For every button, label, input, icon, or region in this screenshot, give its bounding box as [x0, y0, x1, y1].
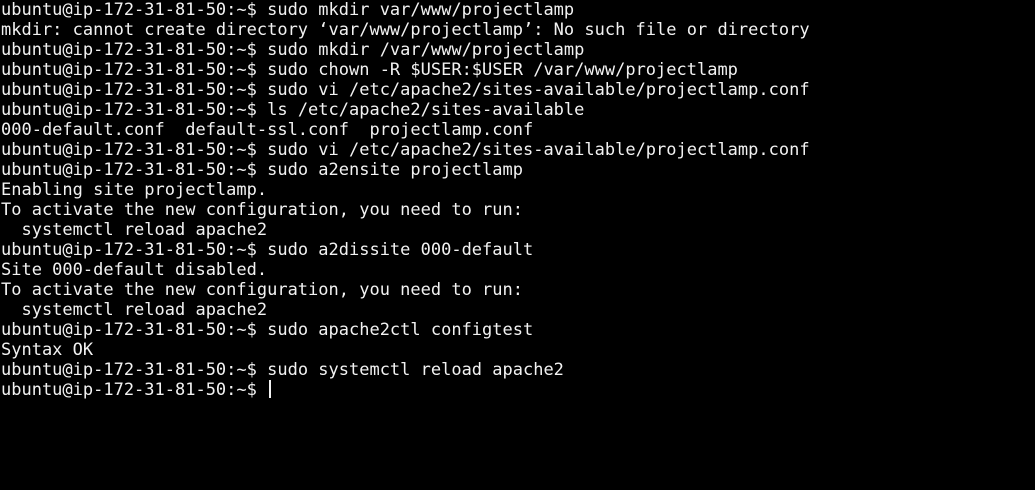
- command-text: sudo mkdir var/www/projectlamp: [267, 0, 575, 20]
- shell-prompt: ubuntu@ip-172-31-81-50:~$: [1, 140, 268, 160]
- shell-prompt: ubuntu@ip-172-31-81-50:~$: [1, 0, 268, 20]
- terminal-window[interactable]: ubuntu@ip-172-31-81-50:~$ sudo mkdir var…: [0, 0, 1035, 490]
- terminal-command-line: ubuntu@ip-172-31-81-50:~$ sudo systemctl…: [1, 360, 1035, 380]
- shell-prompt: ubuntu@ip-172-31-81-50:~$: [1, 380, 268, 400]
- terminal-output-line: mkdir: cannot create directory ‘var/www/…: [1, 20, 1035, 40]
- command-text: sudo vi /etc/apache2/sites-available/pro…: [267, 80, 810, 100]
- output-text: To activate the new configuration, you n…: [1, 280, 523, 300]
- terminal-output-line: Site 000-default disabled.: [1, 260, 1035, 280]
- shell-prompt: ubuntu@ip-172-31-81-50:~$: [1, 240, 268, 260]
- output-text: Syntax OK: [1, 340, 94, 360]
- command-text: ls /etc/apache2/sites-available: [267, 100, 585, 120]
- terminal-output-line: systemctl reload apache2: [1, 220, 1035, 240]
- terminal-command-line: ubuntu@ip-172-31-81-50:~$ sudo apache2ct…: [1, 320, 1035, 340]
- shell-prompt: ubuntu@ip-172-31-81-50:~$: [1, 100, 268, 120]
- command-text: sudo apache2ctl configtest: [267, 320, 534, 340]
- shell-prompt: ubuntu@ip-172-31-81-50:~$: [1, 80, 268, 100]
- output-text: systemctl reload apache2: [1, 300, 268, 320]
- terminal-output: ubuntu@ip-172-31-81-50:~$ sudo mkdir var…: [1, 0, 1035, 400]
- command-text: sudo a2ensite projectlamp: [267, 160, 523, 180]
- output-text: mkdir: cannot create directory ‘var/www/…: [1, 20, 810, 40]
- terminal-output-line: To activate the new configuration, you n…: [1, 200, 1035, 220]
- terminal-command-line: ubuntu@ip-172-31-81-50:~$ sudo a2ensite …: [1, 160, 1035, 180]
- output-text: 000-default.conf default-ssl.conf projec…: [1, 120, 534, 140]
- output-text: Site 000-default disabled.: [1, 260, 268, 280]
- shell-prompt: ubuntu@ip-172-31-81-50:~$: [1, 60, 268, 80]
- output-text: systemctl reload apache2: [1, 220, 268, 240]
- terminal-command-line: ubuntu@ip-172-31-81-50:~$ ls /etc/apache…: [1, 100, 1035, 120]
- terminal-output-line: systemctl reload apache2: [1, 300, 1035, 320]
- shell-prompt: ubuntu@ip-172-31-81-50:~$: [1, 40, 268, 60]
- text-cursor[interactable]: [269, 380, 272, 398]
- terminal-command-line: ubuntu@ip-172-31-81-50:~$: [1, 380, 1035, 400]
- terminal-command-line: ubuntu@ip-172-31-81-50:~$ sudo chown -R …: [1, 60, 1035, 80]
- terminal-output-line: Enabling site projectlamp.: [1, 180, 1035, 200]
- terminal-command-line: ubuntu@ip-172-31-81-50:~$ sudo mkdir var…: [1, 0, 1035, 20]
- output-text: Enabling site projectlamp.: [1, 180, 268, 200]
- command-text: sudo a2dissite 000-default: [267, 240, 534, 260]
- terminal-output-line: Syntax OK: [1, 340, 1035, 360]
- terminal-command-line: ubuntu@ip-172-31-81-50:~$ sudo mkdir /va…: [1, 40, 1035, 60]
- output-text: To activate the new configuration, you n…: [1, 200, 523, 220]
- shell-prompt: ubuntu@ip-172-31-81-50:~$: [1, 320, 268, 340]
- command-text: sudo systemctl reload apache2: [267, 360, 564, 380]
- terminal-command-line: ubuntu@ip-172-31-81-50:~$ sudo vi /etc/a…: [1, 80, 1035, 100]
- shell-prompt: ubuntu@ip-172-31-81-50:~$: [1, 160, 268, 180]
- command-text: sudo vi /etc/apache2/sites-available/pro…: [267, 140, 810, 160]
- command-text: sudo mkdir /var/www/projectlamp: [267, 40, 585, 60]
- terminal-command-line: ubuntu@ip-172-31-81-50:~$ sudo a2dissite…: [1, 240, 1035, 260]
- terminal-command-line: ubuntu@ip-172-31-81-50:~$ sudo vi /etc/a…: [1, 140, 1035, 160]
- terminal-output-line: 000-default.conf default-ssl.conf projec…: [1, 120, 1035, 140]
- command-text: sudo chown -R $USER:$USER /var/www/proje…: [267, 60, 738, 80]
- shell-prompt: ubuntu@ip-172-31-81-50:~$: [1, 360, 268, 380]
- terminal-output-line: To activate the new configuration, you n…: [1, 280, 1035, 300]
